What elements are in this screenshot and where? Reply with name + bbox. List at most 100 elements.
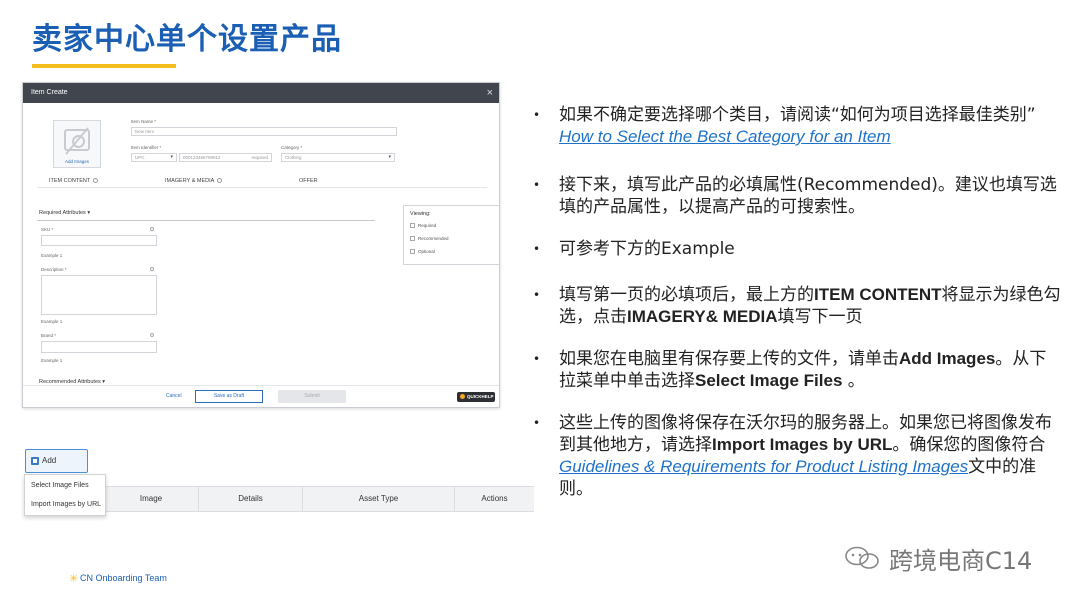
description-label: Description * <box>41 267 67 272</box>
bullet-text: 如果不确定要选择哪个类目，请阅读“如何为项目选择最佳类别” <box>559 105 1036 125</box>
bullet-text: 可参考下方的Example <box>559 239 735 259</box>
bullet-text: 如果您在电脑里有保存要上传的文件，请单击 <box>559 349 899 369</box>
footer-text: CN Onboarding Team <box>80 573 167 583</box>
viewing-required[interactable]: Required <box>410 223 436 229</box>
brand-input[interactable] <box>41 341 157 353</box>
col-actions: Actions <box>454 487 534 511</box>
menu-item-select-image-files[interactable]: Select Image Files <box>31 482 89 489</box>
step-item-content[interactable]: ITEM CONTENT <box>49 178 99 184</box>
chevron-down-icon: ▾ <box>388 154 391 160</box>
category-guide-link[interactable]: How to Select the Best Category for an I… <box>559 127 891 146</box>
col-image: Image <box>139 494 163 503</box>
bullet-2: • 接下来，填写此产品的必填属性(Recommended)。建议也填写选填的产品… <box>533 174 1063 218</box>
bullet-5: • 如果您在电脑里有保存要上传的文件，请单击Add Images。从下拉菜单中单… <box>533 348 1063 392</box>
info-icon[interactable] <box>150 267 154 271</box>
identifier-type-value: UPC <box>135 155 145 160</box>
add-images-link[interactable]: Add Images <box>54 159 100 164</box>
step-label: ITEM CONTENT <box>49 178 91 184</box>
chevron-down-icon: ▾ <box>87 210 91 216</box>
viewing-title: Viewing: <box>410 211 431 217</box>
quickhelp-button[interactable]: QUICKHELP <box>457 392 495 402</box>
footer-brand: CN Onboarding Team <box>68 573 167 583</box>
bold-text: Import Images by URL <box>712 435 893 454</box>
image-placeholder[interactable]: Add Images <box>53 120 101 168</box>
step-label: OFFER <box>299 178 318 184</box>
checkbox-icon <box>410 236 415 242</box>
window-footer: Cancel Save as Draft Submit QUICKHELP <box>23 385 499 407</box>
checkbox-icon <box>410 249 415 255</box>
bullet-dot: • <box>533 108 541 122</box>
info-icon[interactable] <box>150 333 154 337</box>
identifier-input[interactable]: 000123456789012 required <box>179 153 272 162</box>
bold-text: ITEM CONTENT <box>814 285 942 304</box>
guidelines-link[interactable]: Guidelines & Requirements for Product Li… <box>559 457 968 476</box>
add-images-button[interactable]: Add Images▼ <box>25 449 88 487</box>
check-circle-icon <box>217 178 223 184</box>
section-rule <box>37 220 375 221</box>
bullet-text: 填写第一页的必填项后，最上方的 <box>559 285 814 305</box>
window-title: Item Create <box>31 89 68 96</box>
bullet-dot: • <box>533 242 541 256</box>
bullet-dot: • <box>533 178 541 192</box>
bullet-4: • 填写第一页的必填项后，最上方的ITEM CONTENT将显示为绿色勾选，点击… <box>533 284 1063 328</box>
brand-label: Brand * <box>41 333 57 338</box>
viewing-label: Optional <box>418 249 435 254</box>
images-grid-header: Image Details Asset Type Actions <box>104 486 534 512</box>
example-text: Example 1 <box>41 358 63 363</box>
bold-text: IMAGERY& MEDIA <box>627 307 778 326</box>
step-imagery-media[interactable]: IMAGERY & MEDIA <box>165 178 223 184</box>
bullet-text: 填写下一页 <box>777 307 863 327</box>
item-identifier-label: Item Identifier * <box>131 145 162 150</box>
identifier-hint: required <box>251 155 268 160</box>
bullet-text: 。确保您的图像符合 <box>892 435 1046 455</box>
lock-icon <box>410 223 415 229</box>
cancel-button[interactable]: Cancel <box>166 393 182 399</box>
submit-button[interactable]: Submit <box>278 390 346 403</box>
chevron-down-icon: ▾ <box>170 154 173 160</box>
col-details: Details <box>198 487 302 511</box>
viewing-label: Recommended <box>418 236 449 241</box>
category-label: Category * <box>281 145 303 150</box>
bullet-text: 。 <box>842 371 865 391</box>
required-attributes-toggle[interactable]: Required Attributes ▾ <box>39 210 90 216</box>
bullet-3: • 可参考下方的Example <box>533 238 1063 260</box>
item-name-label: Item Name * <box>131 119 157 124</box>
viewing-recommended[interactable]: Recommended <box>410 236 449 242</box>
bullet-6: • 这些上传的图像将保存在沃尔玛的服务器上。如果您已将图像发布到其他地方，请选择… <box>533 412 1063 500</box>
add-images-menu: Select Image Files Import Images by URL <box>24 474 106 516</box>
sku-input[interactable] <box>41 235 157 246</box>
close-icon[interactable]: × <box>487 83 493 103</box>
viewing-panel: Viewing: Required Recommended Optional <box>403 205 499 265</box>
description-textarea[interactable] <box>41 275 157 315</box>
watermark: 跨境电商C14 <box>843 541 1032 576</box>
sku-label: SKU * <box>41 227 54 232</box>
item-create-window: Item Create × Add Images Item Name * New… <box>22 82 500 408</box>
viewing-optional[interactable]: Optional <box>410 249 435 255</box>
bullet-1: • 如果不确定要选择哪个类目，请阅读“如何为项目选择最佳类别” How to S… <box>533 104 1063 148</box>
watermark-text: 跨境电商C14 <box>889 547 1033 575</box>
category-select[interactable]: Clothing ▾ <box>281 153 395 162</box>
step-offer[interactable]: OFFER <box>299 178 318 184</box>
slide-title: 卖家中心单个设置产品 <box>32 22 342 57</box>
item-name-input[interactable]: New Item <box>131 127 397 136</box>
example-text: Example 1 <box>41 253 63 258</box>
bullet-dot: • <box>533 352 541 366</box>
example-text: Example 1 <box>41 319 63 324</box>
tab-divider <box>37 187 487 188</box>
window-header: Item Create × <box>23 83 499 103</box>
section-label: Required Attributes <box>39 210 86 216</box>
image-icon <box>31 457 39 465</box>
category-value: Clothing <box>285 155 302 160</box>
bold-text: Select Image Files <box>695 371 843 390</box>
col-asset-type: Asset Type <box>302 487 454 511</box>
bullet-text: 接下来，填写此产品的必填属性(Recommended)。建议也填写选填的产品属性… <box>559 175 1057 217</box>
info-icon[interactable] <box>150 227 154 231</box>
bullet-dot: • <box>533 416 541 430</box>
save-draft-button[interactable]: Save as Draft <box>195 390 263 403</box>
check-circle-icon <box>93 178 99 184</box>
identifier-type-select[interactable]: UPC ▾ <box>131 153 177 162</box>
bold-text: Add Images <box>899 349 996 368</box>
identifier-value: 000123456789012 <box>183 155 221 160</box>
bullet-dot: • <box>533 288 541 302</box>
menu-item-import-images-by-url[interactable]: Import Images by URL <box>31 501 101 508</box>
